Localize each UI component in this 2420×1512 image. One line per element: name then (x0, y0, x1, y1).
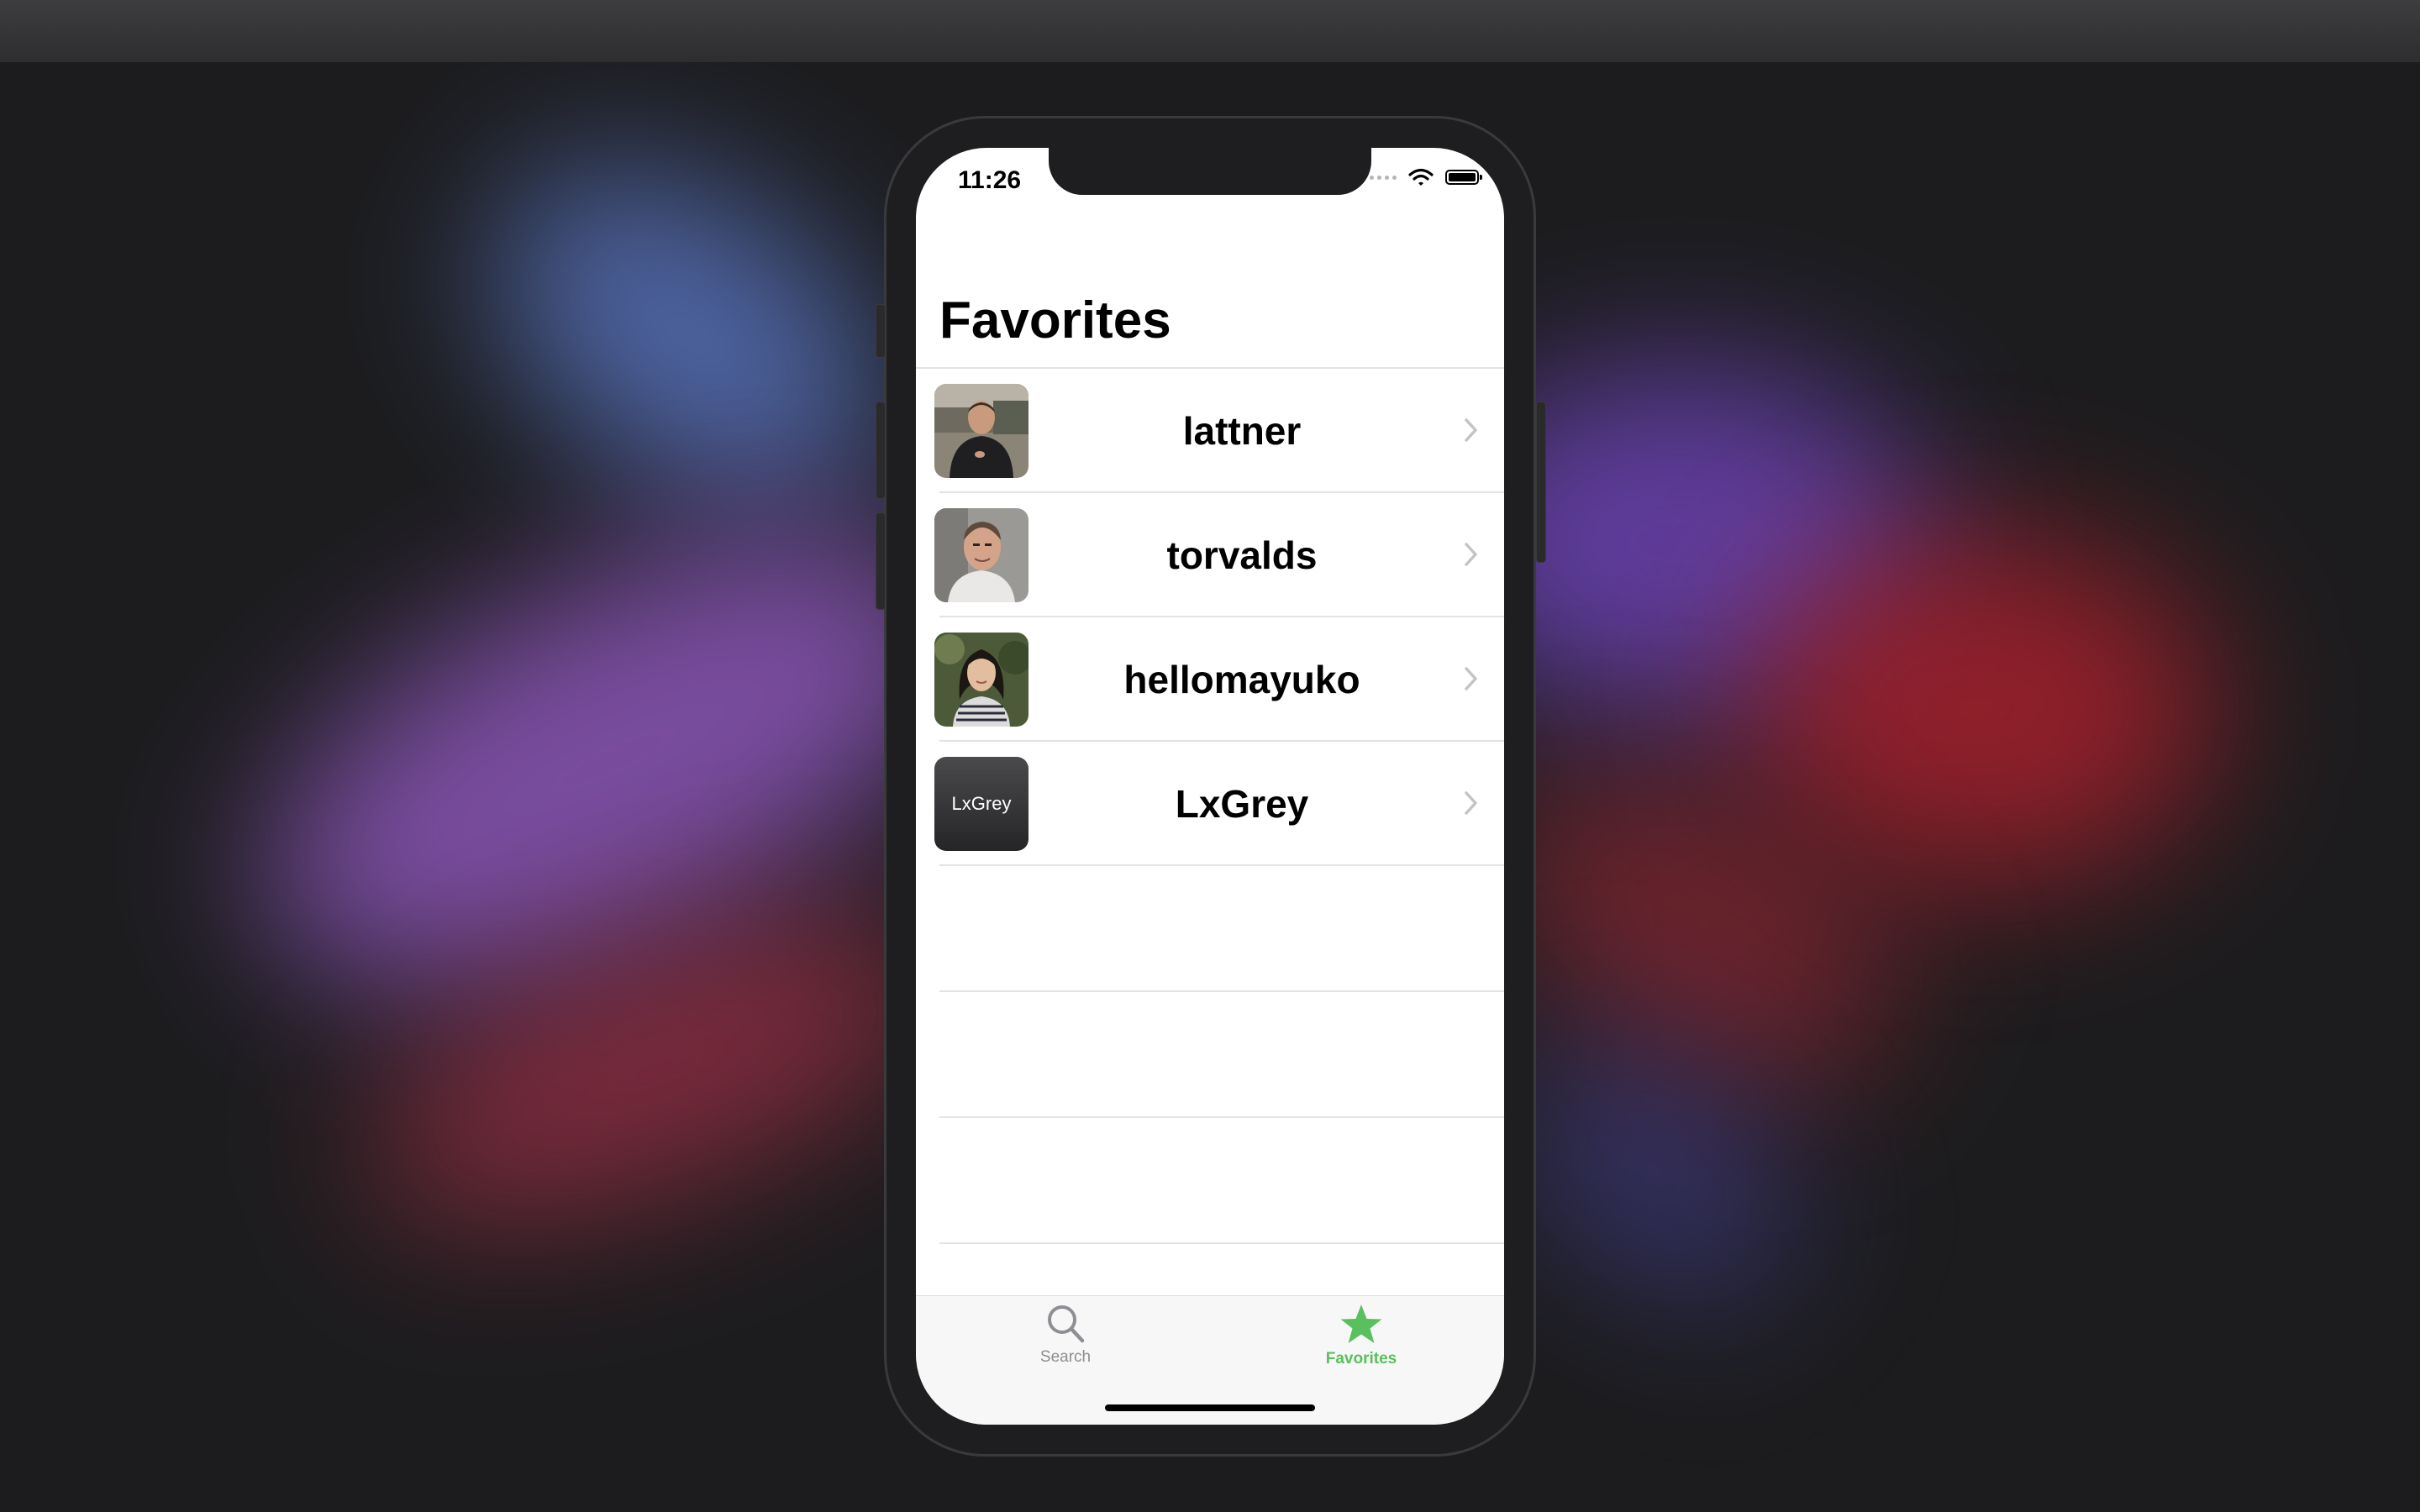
volume-up-button[interactable] (876, 402, 886, 499)
favorite-row-lattner[interactable]: lattner (934, 369, 1504, 493)
signal-dots-icon (1370, 175, 1397, 180)
star-icon (1340, 1305, 1382, 1343)
favorite-username: LxGrey (1175, 782, 1309, 826)
favorite-username: torvalds (1166, 533, 1318, 577)
avatar (934, 633, 1028, 727)
app-screen: 11:26 Favorites lattner torvalds helloma… (916, 148, 1504, 1425)
status-time: 11:26 (958, 166, 1022, 194)
favorite-row-torvalds[interactable]: torvalds (934, 493, 1504, 617)
favorite-row-hellomayuko[interactable]: hellomayuko (934, 617, 1504, 742)
home-indicator[interactable] (1105, 1404, 1315, 1411)
chevron-right-icon (1465, 543, 1477, 566)
favorite-username: hellomayuko (1123, 658, 1360, 701)
favorites-list: lattner torvalds hellomayuko LxGrey LxGr… (916, 369, 1504, 1244)
notch (1049, 148, 1371, 195)
page-title: Favorites (939, 291, 1171, 349)
favorite-username: lattner (1182, 409, 1302, 453)
empty-row (939, 866, 1504, 992)
tab-label: Favorites (1325, 1350, 1397, 1368)
avatar (934, 384, 1028, 478)
chevron-right-icon (1465, 418, 1477, 442)
tab-label: Search (1039, 1348, 1092, 1366)
tab-favorites[interactable]: Favorites (1277, 1303, 1445, 1378)
chevron-right-icon (1465, 667, 1477, 690)
favorite-row-lxgrey[interactable]: LxGrey LxGrey (934, 742, 1504, 866)
empty-row (939, 1118, 1504, 1244)
avatar-text: LxGrey (951, 793, 1012, 814)
chevron-right-icon (1465, 791, 1477, 815)
tab-search[interactable]: Search (981, 1303, 1150, 1378)
volume-down-button[interactable] (876, 512, 886, 610)
power-button[interactable] (1536, 402, 1546, 563)
battery-icon (1445, 170, 1482, 185)
status-icons (1370, 168, 1482, 186)
avatar: LxGrey (934, 757, 1028, 851)
mute-switch[interactable] (876, 304, 886, 358)
magnifying-glass-icon (1048, 1305, 1085, 1343)
empty-row (939, 992, 1504, 1118)
avatar (934, 508, 1028, 602)
wifi-icon (1408, 168, 1434, 186)
simulator-title-bar (0, 0, 2420, 63)
